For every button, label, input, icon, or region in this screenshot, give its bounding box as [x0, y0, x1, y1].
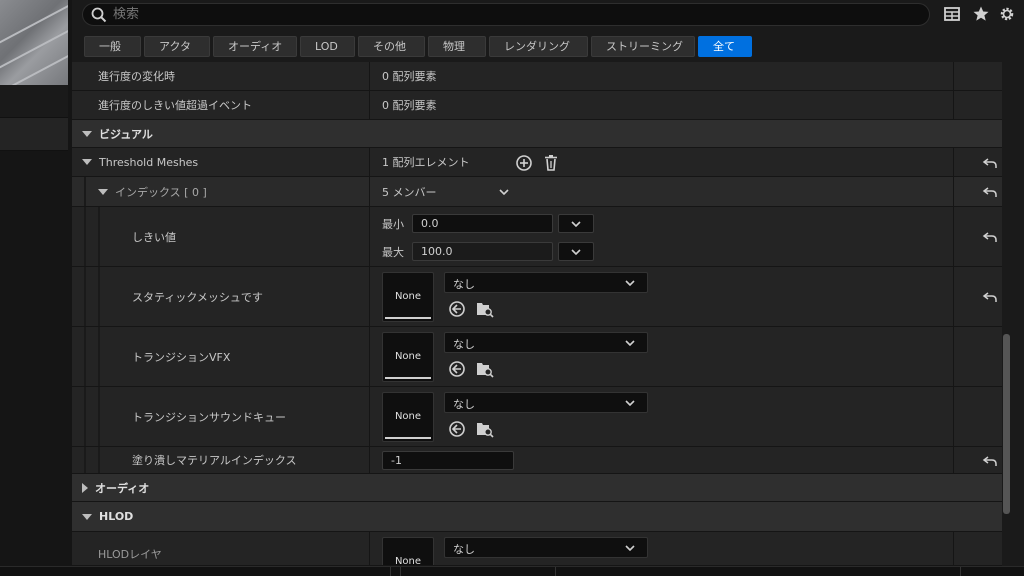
chevron-down-icon: [571, 221, 581, 227]
property-name: スタティックメッシュです: [132, 290, 263, 304]
reset-to-default-icon[interactable]: [982, 230, 998, 244]
use-selected-arrow-icon[interactable]: [448, 360, 466, 378]
property-row-transition-sound: トランジションサウンドキュー None なし: [72, 387, 1002, 447]
max-options-dropdown[interactable]: [558, 242, 594, 261]
property-name: 進行度の変化時: [98, 70, 175, 83]
filter-audio[interactable]: オーディオ: [213, 36, 297, 57]
details-toolbar: 一般 アクタ オーディオ LOD その他 物理 レンダリング ストリーミング 全…: [72, 0, 1024, 62]
left-pane-band: [0, 117, 68, 151]
max-label: 最大: [382, 246, 404, 259]
filter-general[interactable]: 一般: [84, 36, 141, 57]
property-row-threshold: しきい値 最小 0.0 最大 100.0: [72, 207, 1002, 267]
asset-thumbnail[interactable]: None: [382, 392, 434, 442]
asset-picker-combo[interactable]: なし: [444, 392, 648, 413]
fill-material-index-field[interactable]: -1: [382, 451, 514, 470]
details-panel: 一般 アクタ オーディオ LOD その他 物理 レンダリング ストリーミング 全…: [72, 0, 1024, 566]
collapse-arrow-icon: [82, 130, 92, 137]
property-row-threshold-meshes: Threshold Meshes 1 配列エレメント: [72, 148, 1002, 177]
chevron-down-icon: [625, 545, 635, 551]
property-name: インデックス [ 0 ]: [115, 185, 207, 199]
filter-rendering[interactable]: レンダリング: [489, 36, 588, 57]
asset-thumbnail[interactable]: None: [382, 332, 434, 382]
property-value: 0 配列要素: [382, 99, 437, 112]
property-row-hlod-layer: HLODレイヤ None なし: [72, 532, 1002, 566]
use-selected-arrow-icon[interactable]: [448, 300, 466, 318]
property-row-progress-threshold: 進行度のしきい値超過イベント 0 配列要素: [72, 91, 1002, 120]
property-name: HLODレイヤ: [98, 548, 162, 561]
category-filter-bar: 一般 アクタ オーディオ LOD その他 物理 レンダリング ストリーミング 全…: [84, 36, 752, 58]
property-name: 塗り潰しマテリアルインデックス: [132, 454, 297, 467]
collapse-arrow-icon[interactable]: [98, 188, 108, 195]
asset-picker-combo[interactable]: なし: [444, 537, 648, 558]
property-name: 進行度のしきい値超過イベント: [98, 99, 252, 112]
chevron-down-icon[interactable]: [499, 189, 509, 195]
property-name: トランジションVFX: [132, 350, 231, 364]
collapse-arrow-icon: [82, 513, 92, 520]
category-title: HLOD: [99, 510, 134, 523]
property-value: 0 配列要素: [382, 70, 437, 83]
property-name: トランジションサウンドキュー: [132, 410, 286, 424]
asset-picker-combo[interactable]: なし: [444, 272, 648, 293]
category-audio[interactable]: オーディオ: [72, 474, 1002, 502]
category-visual[interactable]: ビジュアル: [72, 120, 1002, 148]
chevron-down-icon: [625, 280, 635, 286]
add-element-icon[interactable]: [515, 154, 533, 172]
chevron-down-icon: [571, 249, 581, 255]
browse-folder-icon[interactable]: [476, 360, 494, 378]
property-row-progress-changed: 進行度の変化時 0 配列要素: [72, 62, 1002, 91]
favorites-star-icon[interactable]: [972, 5, 990, 23]
min-label: 最小: [382, 218, 404, 231]
delete-trash-icon[interactable]: [543, 154, 559, 172]
filter-actor[interactable]: アクタ: [144, 36, 210, 57]
expand-arrow-icon: [82, 482, 88, 493]
asset-thumbnail[interactable]: None: [382, 537, 434, 565]
table-view-icon[interactable]: [943, 5, 961, 23]
min-value-field[interactable]: 0.0: [412, 214, 553, 233]
category-hlod[interactable]: HLOD: [72, 502, 1002, 532]
property-name: Threshold Meshes: [99, 155, 199, 169]
search-box[interactable]: [82, 3, 930, 26]
asset-thumbnail[interactable]: None: [382, 272, 434, 322]
reset-to-default-icon[interactable]: [982, 185, 998, 199]
property-row-static-mesh: スタティックメッシュです None なし: [72, 267, 1002, 327]
filter-lod[interactable]: LOD: [300, 36, 355, 57]
category-title: オーディオ: [95, 481, 150, 495]
category-title: ビジュアル: [99, 127, 153, 141]
browse-folder-icon[interactable]: [476, 420, 494, 438]
filter-physics[interactable]: 物理: [428, 36, 486, 57]
filter-misc[interactable]: その他: [358, 36, 425, 57]
chevron-down-icon: [625, 400, 635, 406]
max-value-field[interactable]: 100.0: [412, 242, 553, 261]
property-row-transition-vfx: トランジションVFX None なし: [72, 327, 1002, 387]
property-row-fill-material-index: 塗り潰しマテリアルインデックス -1: [72, 447, 1002, 474]
property-value: 1 配列エレメント: [382, 156, 470, 169]
property-row-index-0: インデックス [ 0 ] 5 メンバー: [72, 177, 1002, 207]
reset-to-default-icon[interactable]: [982, 290, 998, 304]
vertical-scrollbar[interactable]: [1003, 334, 1010, 514]
search-input[interactable]: [113, 5, 913, 24]
settings-gear-icon[interactable]: [998, 5, 1016, 23]
bottom-status-strip: [0, 566, 1024, 576]
left-viewport-pane: [0, 0, 68, 576]
viewport-preview[interactable]: [0, 0, 68, 85]
left-pane-band: [0, 85, 68, 117]
chevron-down-icon: [625, 340, 635, 346]
property-name: しきい値: [132, 230, 176, 244]
filter-streaming[interactable]: ストリーミング: [591, 36, 695, 57]
search-icon: [91, 7, 107, 23]
browse-folder-icon[interactable]: [476, 300, 494, 318]
collapse-arrow-icon[interactable]: [82, 159, 92, 165]
reset-to-default-icon[interactable]: [982, 156, 998, 170]
use-selected-arrow-icon[interactable]: [448, 420, 466, 438]
property-value: 5 メンバー: [382, 185, 437, 199]
filter-all[interactable]: 全て: [698, 36, 752, 57]
min-options-dropdown[interactable]: [558, 214, 594, 233]
asset-picker-combo[interactable]: なし: [444, 332, 648, 353]
reset-to-default-icon[interactable]: [982, 454, 998, 468]
